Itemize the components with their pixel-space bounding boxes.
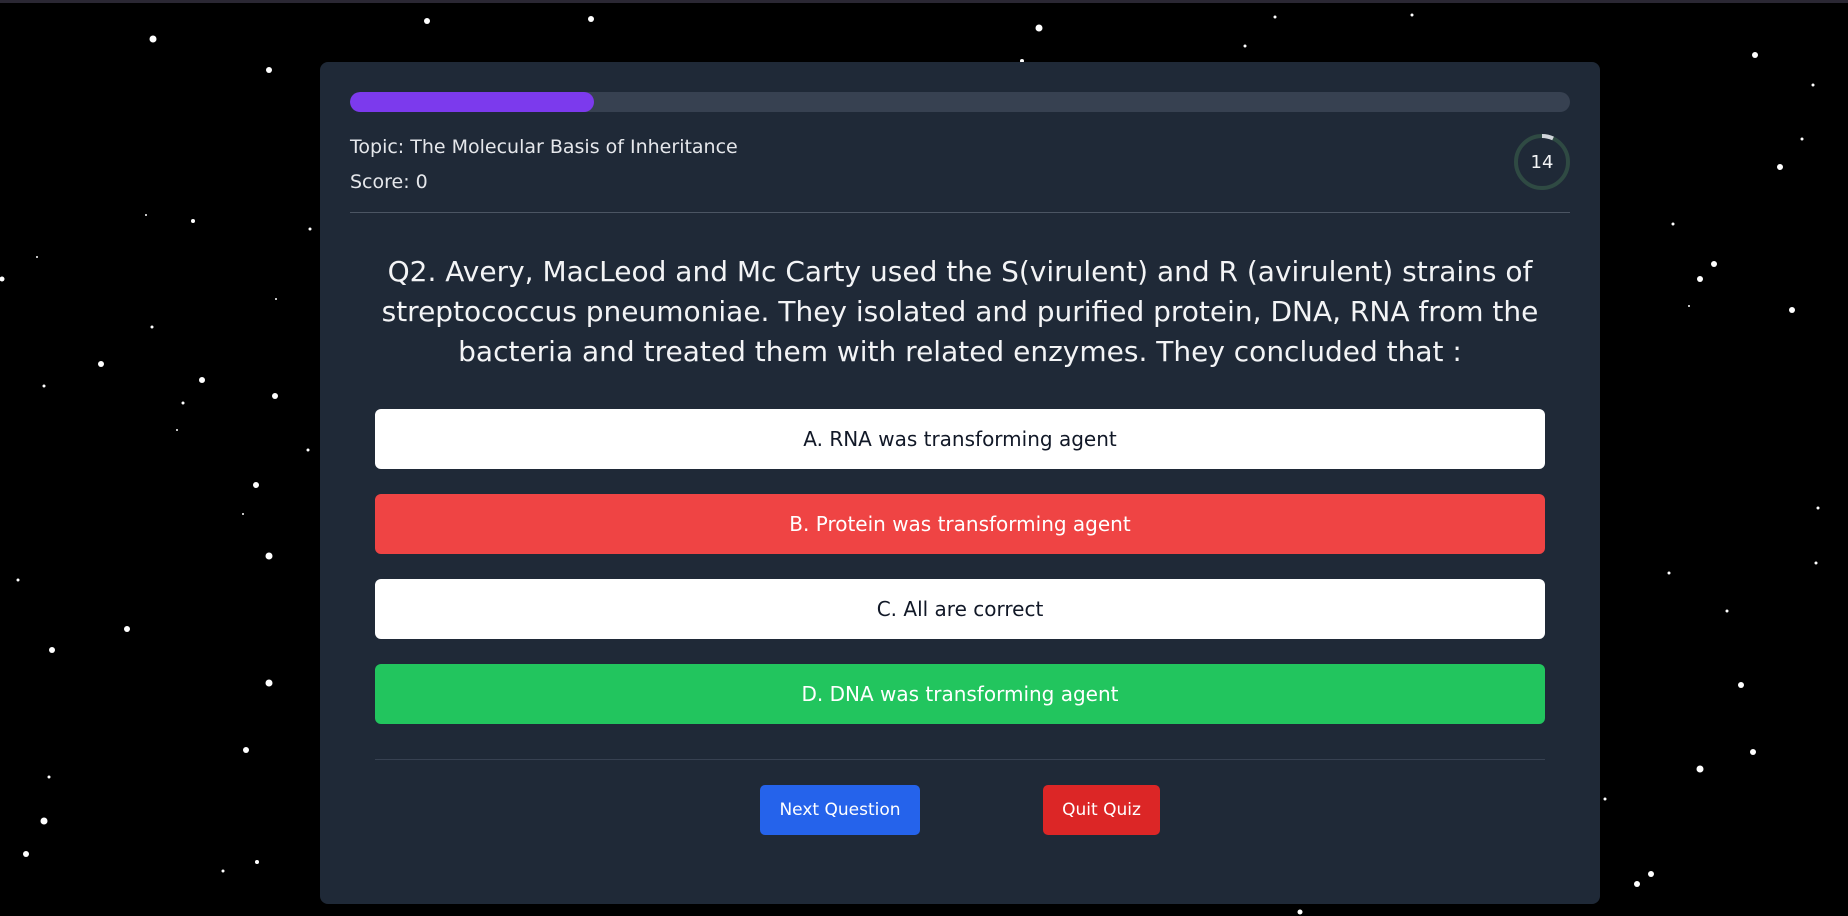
countdown-timer: 14 [1513, 133, 1571, 191]
timer-value: 14 [1530, 151, 1554, 173]
quiz-meta: Topic: The Molecular Basis of Inheritanc… [350, 130, 738, 200]
quiz-card: Topic: The Molecular Basis of Inheritanc… [320, 62, 1600, 904]
option-b-button[interactable]: B. Protein was transforming agent [375, 494, 1545, 554]
answer-options: A. RNA was transforming agent B. Protein… [375, 409, 1545, 749]
progress-bar [350, 92, 1570, 112]
topic-label: Topic: The Molecular Basis of Inheritanc… [350, 136, 738, 158]
score-label: Score: 0 [350, 171, 428, 193]
next-question-button[interactable]: Next Question [760, 785, 920, 835]
header-divider [350, 212, 1570, 213]
footer-divider [375, 759, 1545, 760]
progress-bar-fill [350, 92, 594, 112]
question-text: Q2. Avery, MacLeod and Mc Carty used the… [381, 255, 1539, 368]
option-c-button[interactable]: C. All are correct [375, 579, 1545, 639]
option-a-button[interactable]: A. RNA was transforming agent [375, 409, 1545, 469]
quit-quiz-button[interactable]: Quit Quiz [1043, 785, 1160, 835]
option-d-button[interactable]: D. DNA was transforming agent [375, 664, 1545, 724]
